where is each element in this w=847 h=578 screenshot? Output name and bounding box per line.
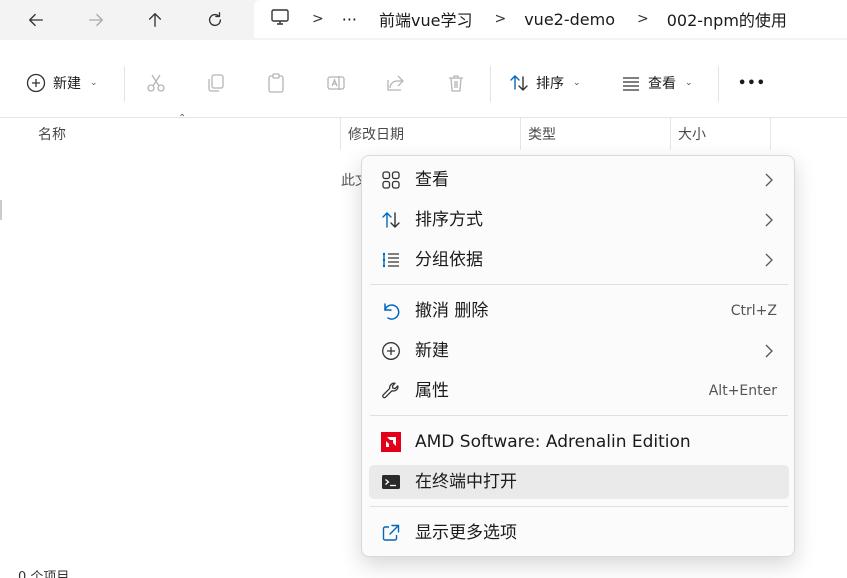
- arrow-up-icon: [148, 13, 162, 27]
- navigation-bar: > ··· 前端vue学习 > vue2-demo > 002-npm的使用: [0, 0, 847, 40]
- arrow-right-icon: [89, 13, 103, 27]
- plus-circle-icon: [381, 341, 401, 361]
- group-list-icon: [381, 250, 401, 270]
- menu-item-show-more-options[interactable]: 显示更多选项: [369, 516, 789, 550]
- rename-button[interactable]: [325, 72, 347, 94]
- view-label: 查看: [648, 76, 676, 92]
- clipboard-icon: [268, 73, 284, 93]
- chevron-down-icon: ⌄: [573, 78, 581, 88]
- column-header-modified[interactable]: 修改日期: [348, 118, 518, 150]
- cut-button[interactable]: [145, 72, 167, 94]
- up-button[interactable]: [139, 4, 171, 36]
- refresh-button[interactable]: [199, 4, 231, 36]
- rename-icon: [327, 76, 345, 90]
- chevron-right-icon: [763, 342, 775, 360]
- breadcrumb-item-vue-study[interactable]: 前端vue学习: [379, 7, 472, 31]
- menu-separator: [370, 506, 788, 507]
- copy-icon: [208, 74, 224, 92]
- more-dots-icon: •••: [738, 75, 766, 91]
- refresh-icon: [208, 12, 222, 27]
- sort-arrows-icon: [510, 75, 528, 91]
- menu-item-label: 显示更多选项: [415, 523, 517, 543]
- status-item-count: 0 个项目: [18, 570, 70, 578]
- new-label: 新建: [53, 76, 81, 92]
- column-header-name[interactable]: 名称: [38, 118, 338, 150]
- menu-separator: [370, 284, 788, 285]
- menu-item-shortcut: Alt+Enter: [708, 383, 777, 399]
- chevron-right-icon: [763, 211, 775, 229]
- chevron-down-icon: ⌄: [685, 78, 693, 88]
- terminal-icon: [381, 472, 401, 492]
- command-toolbar: 新建 ⌄ 排序 ⌄ 查看 ⌄ •••: [0, 48, 847, 118]
- toolbar-divider: [718, 66, 719, 102]
- sort-label: 排序: [536, 76, 564, 92]
- chevron-down-icon: ⌄: [90, 78, 98, 88]
- pane-edge: [0, 200, 2, 220]
- menu-item-properties[interactable]: 属性 Alt+Enter: [369, 374, 789, 408]
- undo-icon: [381, 301, 401, 321]
- menu-item-label: 属性: [415, 381, 449, 401]
- breadcrumb-overflow[interactable]: ···: [342, 10, 357, 29]
- share-button[interactable]: [385, 72, 407, 94]
- column-divider[interactable]: [520, 118, 521, 150]
- menu-item-label: 排序方式: [415, 210, 483, 230]
- paste-button[interactable]: [265, 72, 287, 94]
- column-divider[interactable]: [340, 118, 341, 150]
- menu-item-view[interactable]: 查看: [369, 163, 789, 197]
- view-lines-icon: [623, 77, 639, 91]
- menu-item-label: 新建: [415, 341, 449, 361]
- new-button[interactable]: 新建 ⌄: [26, 70, 98, 96]
- breadcrumb-item-npm-usage[interactable]: 002-npm的使用: [667, 7, 787, 31]
- breadcrumb-item-vue2-demo[interactable]: vue2-demo: [524, 10, 615, 29]
- column-header-type[interactable]: 类型: [528, 118, 668, 150]
- column-header-size[interactable]: 大小: [678, 118, 768, 150]
- menu-item-label: 在终端中打开: [415, 472, 517, 492]
- more-options-button[interactable]: •••: [738, 70, 766, 96]
- column-divider[interactable]: [770, 118, 771, 150]
- menu-item-amd-software[interactable]: AMD Software: Adrenalin Edition: [369, 425, 789, 459]
- share-icon: [387, 75, 404, 91]
- arrow-left-icon: [29, 13, 43, 27]
- menu-item-label: 分组依据: [415, 250, 483, 270]
- menu-item-sort-by[interactable]: 排序方式: [369, 203, 789, 237]
- menu-item-open-in-terminal[interactable]: 在终端中打开: [369, 465, 789, 499]
- menu-item-shortcut: Ctrl+Z: [730, 303, 777, 319]
- context-menu: 查看 排序方式 分组依据 撤消 删除 Ctrl+Z 新建 属性 Alt+Ente…: [361, 155, 795, 557]
- chevron-right-icon: [763, 171, 775, 189]
- wrench-icon: [381, 381, 401, 401]
- menu-item-group-by[interactable]: 分组依据: [369, 243, 789, 277]
- computer-icon[interactable]: [270, 7, 290, 31]
- view-button[interactable]: 查看 ⌄: [621, 70, 693, 96]
- share-out-icon: [381, 523, 401, 543]
- breadcrumb-chevron[interactable]: >: [637, 11, 649, 27]
- column-divider[interactable]: [670, 118, 671, 150]
- delete-button[interactable]: [445, 72, 467, 94]
- address-bar[interactable]: > ··· 前端vue学习 > vue2-demo > 002-npm的使用: [254, 0, 847, 38]
- sort-arrows-icon: [381, 210, 401, 230]
- menu-item-undo-delete[interactable]: 撤消 删除 Ctrl+Z: [369, 294, 789, 328]
- chevron-right-icon: [763, 251, 775, 269]
- breadcrumb-chevron[interactable]: >: [312, 11, 324, 27]
- amd-logo-icon: [381, 432, 401, 452]
- back-button[interactable]: [20, 4, 52, 36]
- sort-button[interactable]: 排序 ⌄: [509, 70, 581, 96]
- menu-separator: [370, 415, 788, 416]
- copy-button[interactable]: [205, 72, 227, 94]
- forward-button[interactable]: [80, 4, 112, 36]
- menu-item-new[interactable]: 新建: [369, 334, 789, 368]
- toolbar-divider: [490, 66, 491, 102]
- menu-item-label: 查看: [415, 170, 449, 190]
- trash-icon: [449, 75, 463, 92]
- grid-view-icon: [381, 170, 401, 190]
- menu-item-label: AMD Software: Adrenalin Edition: [415, 432, 691, 452]
- breadcrumb-chevron[interactable]: >: [494, 11, 506, 27]
- plus-circle-icon: [26, 73, 46, 93]
- toolbar-divider: [124, 66, 125, 102]
- scissors-icon: [147, 74, 165, 92]
- menu-item-label: 撤消 删除: [415, 301, 489, 321]
